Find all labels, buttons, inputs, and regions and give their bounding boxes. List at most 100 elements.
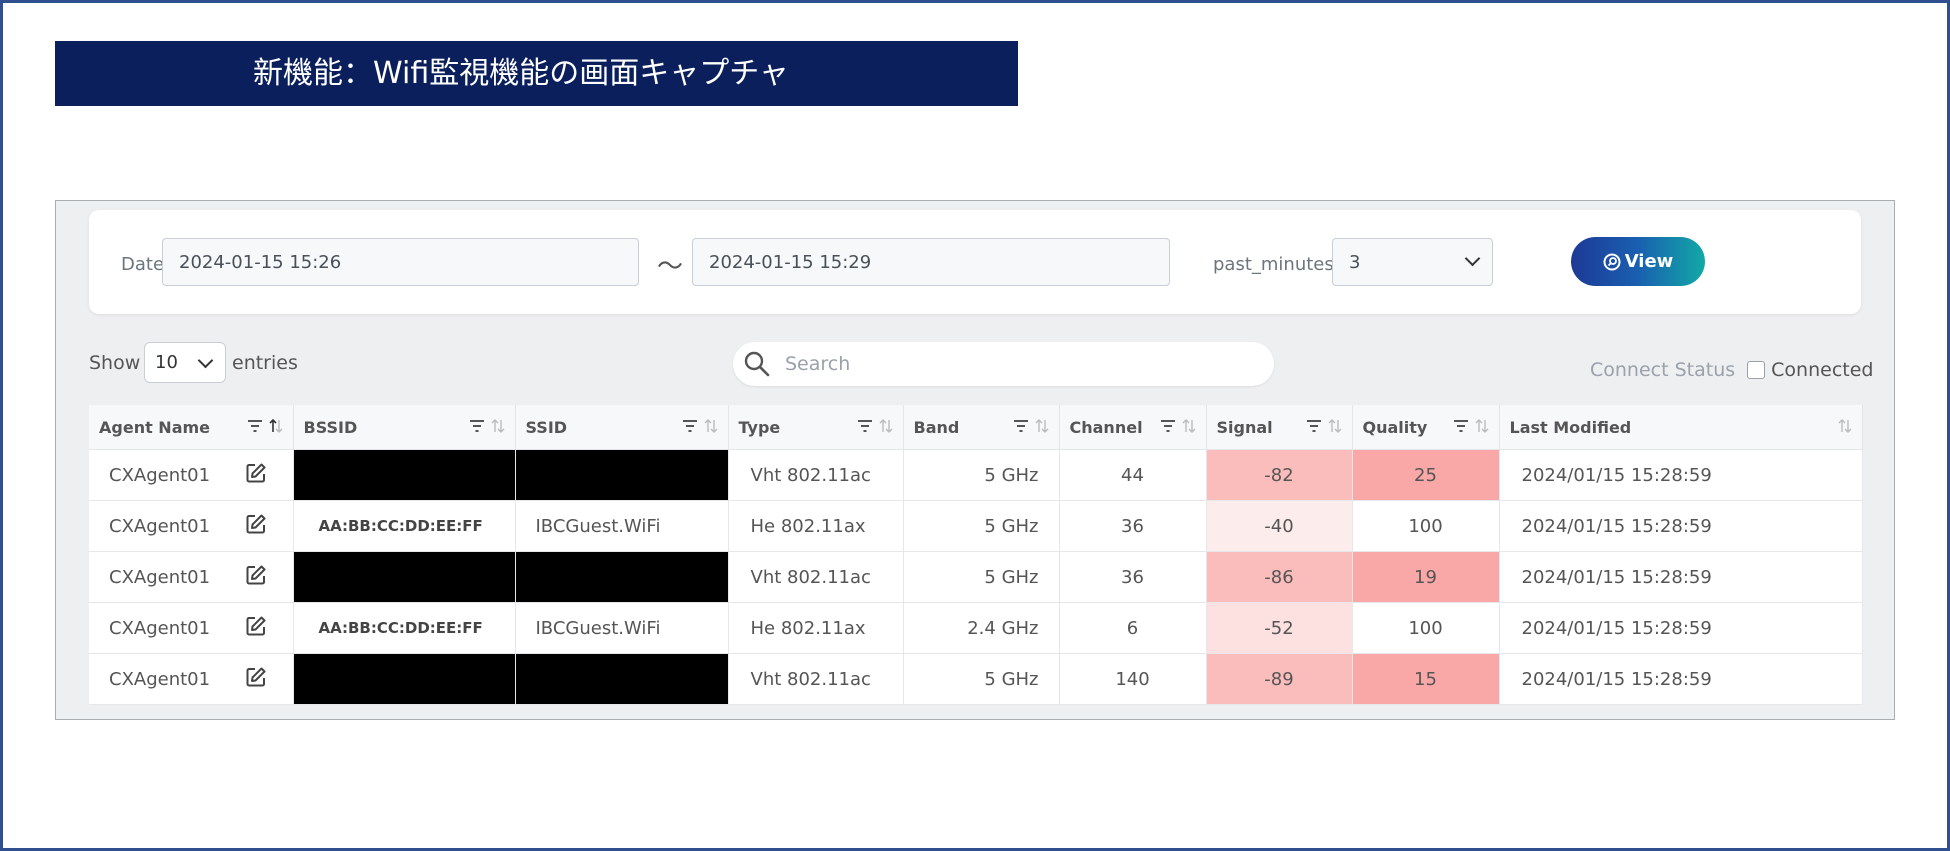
connect-status-label: Connect Status: [1590, 359, 1736, 381]
last-modified-cell: 2024/01/15 15:28:59: [1499, 449, 1863, 501]
band-cell: 5 GHz: [903, 551, 1060, 603]
column-label: Last Modified: [1509, 417, 1632, 437]
bssid-cell: AA:BB:CC:DD:EE:FF: [293, 602, 516, 654]
band-cell: 2.4 GHz: [903, 602, 1060, 654]
chevron-down-icon: [1464, 250, 1481, 267]
table-row[interactable]: CXAgent01 AA:BB:CC:DD:EE:FF IBCGuest.WiFi H…: [89, 602, 1863, 654]
table-row[interactable]: CXAgent01 AA:BB:CC:DD:EE:FF IBCGuest.WiFi H…: [89, 500, 1863, 552]
last-modified-cell: 2024/01/15 15:28:59: [1499, 500, 1863, 552]
agent-name-cell: CXAgent01: [89, 449, 294, 501]
agent-name-cell: CXAgent01: [89, 602, 294, 654]
last-modified-cell: 2024/01/15 15:28:59: [1499, 653, 1863, 705]
filter-panel: Date 2024-01-15 15:26 〜 2024-01-15 15:29…: [89, 210, 1861, 314]
search-icon: [744, 351, 770, 377]
filter-icon[interactable]: [469, 419, 485, 433]
edit-icon[interactable]: [245, 513, 267, 540]
column-header[interactable]: Quality: [1352, 405, 1500, 450]
past-minutes-select[interactable]: 3: [1332, 238, 1493, 286]
chevron-down-icon: [197, 352, 214, 369]
view-button[interactable]: View: [1571, 237, 1705, 286]
entries-value: 10: [155, 352, 178, 373]
agent-name-cell: CXAgent01: [89, 653, 294, 705]
sort-icon[interactable]: [704, 418, 718, 434]
column-header[interactable]: BSSID: [293, 405, 516, 450]
filter-icon[interactable]: [1160, 419, 1176, 433]
sort-icon[interactable]: [1182, 418, 1196, 434]
channel-cell: 6: [1059, 602, 1207, 654]
sort-icon[interactable]: [1328, 418, 1342, 434]
bssid-cell: AA:BB:CC:DD:EE:FF: [293, 500, 516, 552]
th-icons: [469, 418, 505, 434]
search-input[interactable]: [783, 352, 1227, 376]
sort-icon[interactable]: [879, 418, 893, 434]
sort-icon[interactable]: [1035, 418, 1049, 434]
column-header[interactable]: Signal: [1206, 405, 1353, 450]
th-icons: [1013, 418, 1049, 434]
type-cell: Vht 802.11ac: [728, 653, 904, 705]
filter-icon[interactable]: [1306, 419, 1322, 433]
table-row[interactable]: CXAgent01 Vht 802.11ac 5 GHz 44 -82 25 2024/01…: [89, 449, 1863, 501]
type-cell: Vht 802.11ac: [728, 551, 904, 603]
date-from-field[interactable]: 2024-01-15 15:26: [162, 238, 639, 286]
column-label: Agent Name: [99, 417, 211, 437]
column-header[interactable]: Band: [903, 405, 1060, 450]
signal-cell: -86: [1206, 551, 1353, 603]
edit-icon[interactable]: [245, 666, 267, 693]
filter-icon[interactable]: [247, 419, 263, 433]
channel-cell: 36: [1059, 551, 1207, 603]
table-body: CXAgent01 Vht 802.11ac 5 GHz 44 -82 25 2024/01…: [89, 449, 1863, 705]
search-circle-icon: [1603, 253, 1621, 270]
channel-cell: 140: [1059, 653, 1207, 705]
sort-icon[interactable]: [1838, 418, 1852, 434]
filter-icon[interactable]: [1453, 419, 1469, 433]
edit-icon[interactable]: [245, 564, 267, 591]
last-modified-cell: 2024/01/15 15:28:59: [1499, 602, 1863, 654]
ssid-cell: IBCGuest.WiFi: [515, 500, 729, 552]
edit-icon[interactable]: [245, 615, 267, 642]
agent-name: CXAgent01: [109, 566, 211, 588]
filter-icon[interactable]: [1013, 419, 1029, 433]
quality-cell: 25: [1352, 449, 1500, 501]
signal-cell: -82: [1206, 449, 1353, 501]
filter-icon[interactable]: [857, 419, 873, 433]
ssid-cell-redacted: [515, 551, 729, 603]
ssid-cell: IBCGuest.WiFi: [515, 602, 729, 654]
date-label: Date: [121, 254, 165, 275]
sort-asc-icon[interactable]: [268, 418, 283, 434]
quality-cell: 15: [1352, 653, 1500, 705]
bssid-cell-redacted: [293, 449, 516, 501]
table-row[interactable]: CXAgent01 Vht 802.11ac 5 GHz 140 -89 15 2024/0…: [89, 653, 1863, 705]
agent-name: CXAgent01: [109, 668, 211, 690]
last-modified-cell: 2024/01/15 15:28:59: [1499, 551, 1863, 603]
entries-length-select[interactable]: 10: [144, 342, 226, 383]
column-header[interactable]: Type: [728, 405, 904, 450]
bssid-cell-redacted: [293, 551, 516, 603]
band-cell: 5 GHz: [903, 653, 1060, 705]
table-row[interactable]: CXAgent01 Vht 802.11ac 5 GHz 36 -86 19 2024/01…: [89, 551, 1863, 603]
past-minutes-label: past_minutes: [1213, 254, 1334, 275]
search-bar: [733, 342, 1274, 386]
sort-icon[interactable]: [1475, 418, 1489, 434]
filter-icon[interactable]: [682, 419, 698, 433]
signal-cell: -40: [1206, 500, 1353, 552]
connected-checkbox[interactable]: [1747, 361, 1766, 379]
column-header[interactable]: Channel: [1059, 405, 1207, 450]
agent-name: CXAgent01: [109, 515, 211, 537]
sort-icon[interactable]: [491, 418, 505, 434]
column-header[interactable]: SSID: [515, 405, 729, 450]
agent-name: CXAgent01: [109, 617, 211, 639]
th-icons: [682, 418, 718, 434]
table-header-row: Agent Name BSSID SSID Type Band Channel …: [89, 405, 1863, 450]
column-label: Signal: [1216, 417, 1273, 437]
type-cell: Vht 802.11ac: [728, 449, 904, 501]
date-to-field[interactable]: 2024-01-15 15:29: [692, 238, 1170, 286]
column-header[interactable]: Last Modified: [1499, 405, 1863, 450]
agent-name: CXAgent01: [109, 464, 211, 486]
column-label: Band: [913, 417, 960, 437]
edit-icon[interactable]: [245, 462, 267, 489]
column-header[interactable]: Agent Name: [89, 405, 294, 450]
column-label: Quality: [1362, 417, 1428, 437]
agent-name-cell: CXAgent01: [89, 551, 294, 603]
wifi-table: Agent Name BSSID SSID Type Band Channel …: [89, 405, 1863, 705]
signal-cell: -89: [1206, 653, 1353, 705]
